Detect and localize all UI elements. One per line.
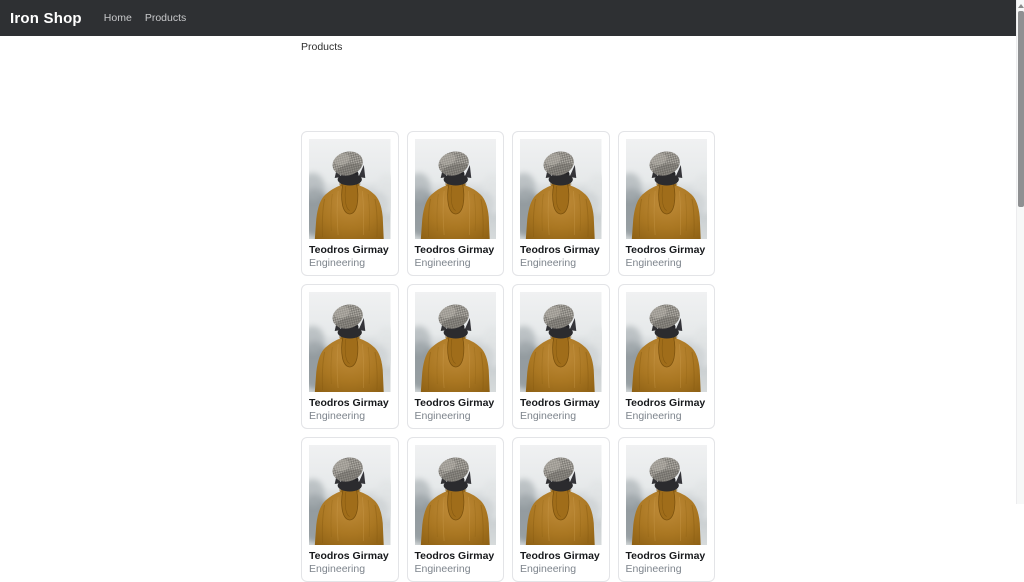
scrollbar-thumb[interactable]	[1018, 11, 1024, 207]
product-role: Engineering	[415, 563, 497, 575]
product-role: Engineering	[520, 410, 602, 422]
product-photo	[309, 445, 391, 545]
navbar: Iron Shop Home Products	[0, 0, 1016, 36]
product-photo	[415, 292, 497, 392]
product-photo	[626, 445, 708, 545]
product-card[interactable]: Teodros Girmay Engineering	[301, 284, 399, 429]
product-role: Engineering	[309, 410, 391, 422]
product-photo	[520, 292, 602, 392]
product-card[interactable]: Teodros Girmay Engineering	[618, 131, 716, 276]
product-card[interactable]: Teodros Girmay Engineering	[407, 437, 505, 582]
product-photo	[626, 292, 708, 392]
product-photo	[309, 139, 391, 239]
product-card[interactable]: Teodros Girmay Engineering	[301, 131, 399, 276]
product-grid: Teodros Girmay Engineering Teodros Girma…	[301, 131, 715, 582]
product-name: Teodros Girmay	[626, 244, 708, 256]
product-name: Teodros Girmay	[415, 397, 497, 409]
product-card[interactable]: Teodros Girmay Engineering	[512, 437, 610, 582]
product-name: Teodros Girmay	[309, 244, 391, 256]
product-role: Engineering	[415, 257, 497, 269]
product-photo	[626, 139, 708, 239]
product-card[interactable]: Teodros Girmay Engineering	[512, 284, 610, 429]
product-role: Engineering	[626, 257, 708, 269]
product-role: Engineering	[626, 563, 708, 575]
product-card[interactable]: Teodros Girmay Engineering	[301, 437, 399, 582]
product-name: Teodros Girmay	[415, 244, 497, 256]
product-photo	[520, 445, 602, 545]
product-role: Engineering	[520, 257, 602, 269]
product-name: Teodros Girmay	[520, 550, 602, 562]
product-role: Engineering	[626, 410, 708, 422]
product-role: Engineering	[520, 563, 602, 575]
main-content: Products Teodros Girmay Engineering Teod…	[301, 36, 715, 582]
product-card[interactable]: Teodros Girmay Engineering	[618, 284, 716, 429]
product-card[interactable]: Teodros Girmay Engineering	[512, 131, 610, 276]
product-role: Engineering	[309, 257, 391, 269]
product-photo	[520, 139, 602, 239]
product-name: Teodros Girmay	[626, 397, 708, 409]
product-name: Teodros Girmay	[309, 397, 391, 409]
product-card[interactable]: Teodros Girmay Engineering	[407, 284, 505, 429]
nav-link-products[interactable]: Products	[145, 12, 186, 24]
product-name: Teodros Girmay	[415, 550, 497, 562]
scroll-up-arrow-icon[interactable]	[1018, 4, 1024, 8]
page-title: Products	[301, 36, 715, 53]
page: Iron Shop Home Products Products Teodros…	[0, 0, 1016, 582]
brand-link[interactable]: Iron Shop	[10, 10, 82, 27]
product-photo	[309, 292, 391, 392]
product-name: Teodros Girmay	[520, 397, 602, 409]
product-name: Teodros Girmay	[520, 244, 602, 256]
product-name: Teodros Girmay	[626, 550, 708, 562]
product-photo	[415, 139, 497, 239]
product-card[interactable]: Teodros Girmay Engineering	[407, 131, 505, 276]
product-card[interactable]: Teodros Girmay Engineering	[618, 437, 716, 582]
product-photo	[415, 445, 497, 545]
product-name: Teodros Girmay	[309, 550, 391, 562]
nav-link-home[interactable]: Home	[104, 12, 132, 24]
product-role: Engineering	[309, 563, 391, 575]
product-role: Engineering	[415, 410, 497, 422]
scrollbar[interactable]	[1016, 0, 1024, 504]
